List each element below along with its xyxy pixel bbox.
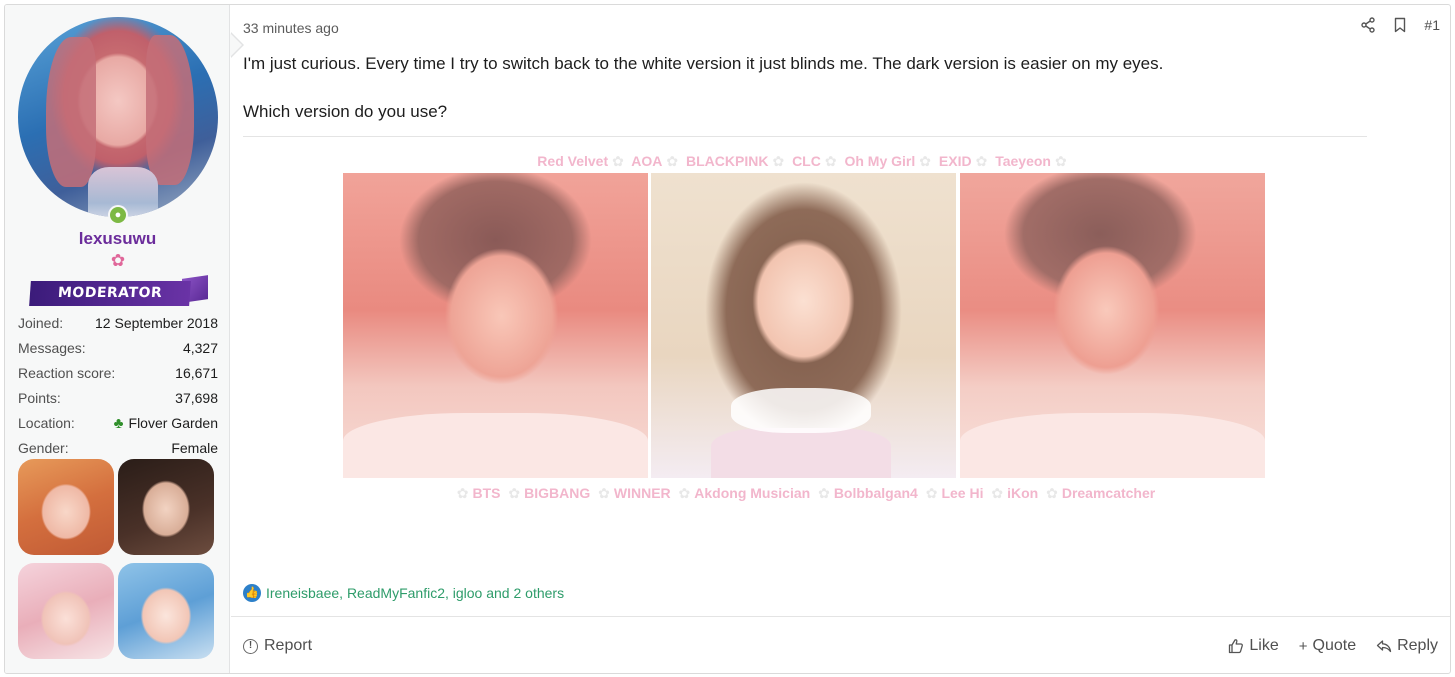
flower-icon: ✿: [1046, 485, 1058, 501]
stat-label: Joined:: [18, 315, 64, 331]
gallery-image: [118, 563, 214, 659]
signature-image-left: [343, 173, 648, 478]
stat-label: Reaction score:: [18, 365, 116, 381]
flower-icon: ✿: [598, 485, 610, 501]
signature-divider: [243, 136, 1367, 137]
signature-group: Dreamcatcher: [1061, 485, 1156, 501]
username[interactable]: lexusuwu: [5, 229, 230, 249]
flower-icon: ✿: [818, 485, 830, 501]
thumbs-up-icon: [1229, 639, 1244, 654]
post-paragraph: Which version do you use?: [243, 102, 448, 121]
user-info-panel: ● lexusuwu ✿ MODERATOR Joined: 12 Septem…: [5, 5, 230, 673]
gallery-image: [18, 459, 114, 555]
stat-label: Messages:: [18, 340, 86, 356]
stat-label: Location:: [18, 415, 75, 431]
stat-joined: Joined: 12 September 2018: [18, 311, 218, 336]
stat-value[interactable]: Flover Garden: [129, 411, 218, 436]
flower-icon: ✿: [1054, 153, 1067, 169]
flower-icon: ✿: [919, 153, 931, 169]
post-content: I'm just curious. Every time I try to sw…: [243, 52, 1363, 124]
like-reaction-icon: 👍: [243, 584, 261, 602]
cherry-blossom-icon: ✿: [110, 251, 126, 270]
plus-icon: +: [1298, 637, 1308, 655]
stat-label: Points:: [18, 390, 61, 406]
signature-group: Akdong Musician: [694, 485, 811, 501]
signature-groups-top: Red Velvet ✿ AOA ✿ BLACKPINK ✿ CLC ✿ Oh My G…: [343, 153, 1265, 170]
moderator-banner: MODERATOR: [29, 275, 210, 307]
report-button[interactable]: ! Report: [243, 637, 312, 655]
signature-group: Red Velvet: [537, 153, 609, 169]
reply-icon: [1376, 640, 1392, 653]
stat-gender: Gender: Female: [18, 436, 218, 461]
like-label: Like: [1249, 637, 1279, 654]
stat-location: Location: ♣ Flover Garden: [18, 411, 218, 436]
reply-label: Reply: [1397, 637, 1438, 654]
signature-group: Oh My Girl: [844, 153, 916, 169]
reply-button[interactable]: Reply: [1376, 637, 1438, 655]
post-timestamp[interactable]: 33 minutes ago: [243, 20, 339, 36]
flower-icon: ✿: [678, 485, 691, 501]
online-status-icon: ●: [108, 205, 128, 225]
stat-reaction-score: Reaction score: 16,671: [18, 361, 218, 386]
flower-icon: ✿: [456, 485, 469, 501]
signature-image-center: [651, 173, 956, 478]
signature-group: Taeyeon: [995, 153, 1051, 169]
flower-icon: ✿: [925, 485, 938, 501]
flower-icon: ✿: [508, 485, 521, 501]
flower-icon: ✿: [666, 153, 679, 169]
post-paragraph: I'm just curious. Every time I try to sw…: [243, 54, 1164, 73]
forum-post: ● lexusuwu ✿ MODERATOR Joined: 12 Septem…: [4, 4, 1451, 674]
quote-button[interactable]: + Quote: [1299, 637, 1356, 655]
flower-icon: ✿: [991, 485, 1004, 501]
alert-icon: !: [243, 638, 258, 654]
moderator-badge: MODERATOR: [29, 281, 191, 306]
signature-image-right: [960, 173, 1265, 478]
flower-icon: ✿: [772, 153, 785, 169]
signature-group: EXID: [938, 153, 972, 169]
post-footer-actions: Like + Quote Reply: [1228, 637, 1438, 655]
flower-icon: ✿: [824, 153, 837, 169]
clover-icon: ♣: [113, 415, 124, 432]
report-label: Report: [264, 637, 313, 654]
post-number[interactable]: #1: [1424, 17, 1440, 33]
quote-label: Quote: [1312, 637, 1357, 654]
signature-groups-bottom: ✿ BTS ✿ BIGBANG ✿ WINNER ✿ Akdong Musician ✿…: [343, 485, 1265, 502]
user-stats: Joined: 12 September 2018 Messages: 4,32…: [18, 311, 218, 461]
like-button[interactable]: Like: [1228, 637, 1279, 655]
signature-group: AOA: [631, 153, 663, 169]
stat-value: 12 September 2018: [95, 315, 218, 331]
stat-value[interactable]: 37,698: [175, 386, 218, 411]
signature-group: Bolbbalgan4: [833, 485, 918, 501]
signature-group: WINNER: [613, 485, 671, 501]
flower-icon: ✿: [975, 153, 988, 169]
stat-value: 16,671: [175, 365, 218, 381]
stat-points: Points: 37,698: [18, 386, 218, 411]
gallery-image: [118, 459, 214, 555]
share-icon[interactable]: [1360, 17, 1376, 33]
signature-group: BIGBANG: [524, 485, 591, 501]
reactions-bar: 👍 Ireneisbaee, ReadMyFanfic2, igloo and …: [243, 584, 564, 602]
message-body: 33 minutes ago #1 I'm just curious. Ever…: [231, 5, 1450, 673]
stat-value[interactable]: 4,327: [183, 336, 218, 361]
reaction-users-link[interactable]: Ireneisbaee, ReadMyFanfic2, igloo and 2 …: [266, 585, 564, 601]
signature-group: Lee Hi: [941, 485, 984, 501]
signature-group: iKon: [1007, 485, 1039, 501]
footer-divider: [231, 616, 1450, 617]
stat-label: Gender:: [18, 440, 69, 456]
signature-group: CLC: [792, 153, 821, 169]
stat-messages: Messages: 4,327: [18, 336, 218, 361]
bookmark-icon[interactable]: [1392, 17, 1408, 33]
signature-group: BLACKPINK: [685, 153, 769, 169]
flower-icon: ✿: [612, 153, 624, 169]
stat-value: Female: [171, 440, 218, 456]
user-avatar[interactable]: [18, 17, 218, 217]
gallery-image: [18, 563, 114, 659]
post-actions-top: #1: [1360, 17, 1440, 33]
signature-group: BTS: [472, 485, 501, 501]
